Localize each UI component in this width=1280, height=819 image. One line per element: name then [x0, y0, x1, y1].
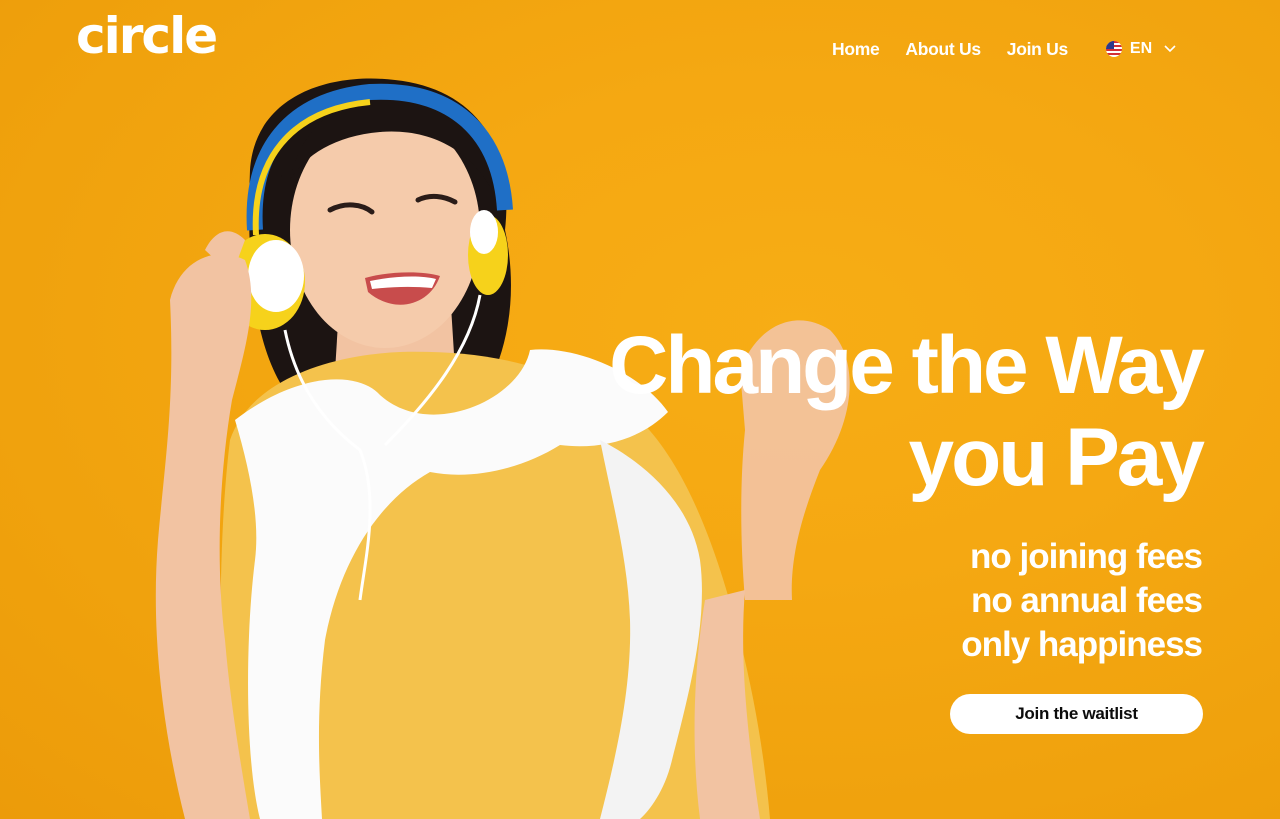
nav-link-about-us[interactable]: About Us	[905, 39, 981, 60]
hero-headline: Change the Way you Pay	[609, 320, 1205, 504]
headline-line-1: Change the Way	[609, 320, 1205, 411]
benefit-only-happiness: only happiness	[961, 625, 1203, 664]
hero-section: circle Home About Us Join Us EN Change t…	[0, 0, 1280, 819]
join-waitlist-button[interactable]: Join the waitlist	[950, 694, 1203, 734]
nav-link-join-us[interactable]: Join Us	[1007, 39, 1068, 60]
circle-logo[interactable]: circle	[76, 4, 218, 68]
benefit-no-joining-fees: no joining fees	[970, 537, 1203, 576]
language-label: EN	[1129, 40, 1153, 57]
language-selector[interactable]: EN	[1105, 40, 1176, 58]
hero-benefits: no joining fees no annual fees only happ…	[961, 535, 1203, 667]
headline-line-2: you Pay	[908, 412, 1205, 503]
chevron-down-icon	[1164, 40, 1176, 58]
benefit-no-annual-fees: no annual fees	[970, 581, 1203, 620]
main-nav: Home About Us Join Us EN	[832, 36, 1176, 62]
us-flag-icon	[1105, 41, 1122, 57]
nav-link-home[interactable]: Home	[832, 39, 880, 60]
